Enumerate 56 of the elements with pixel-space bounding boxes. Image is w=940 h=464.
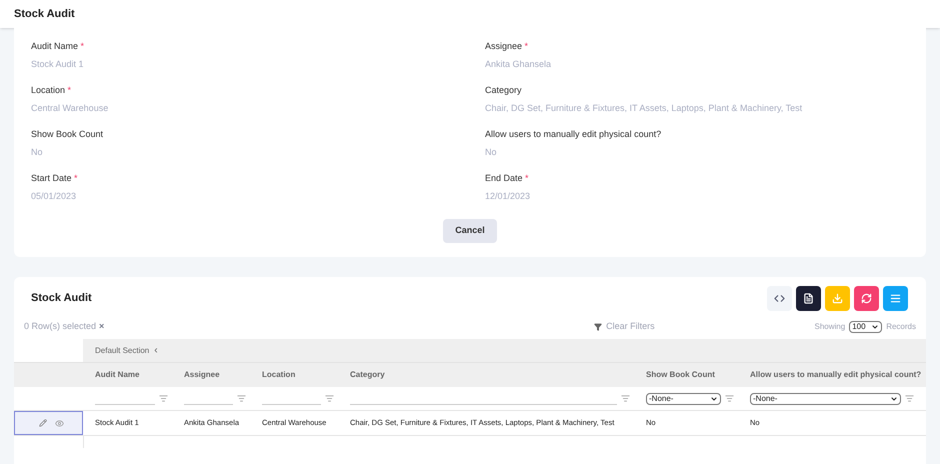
- clear-filters-button[interactable]: Clear Filters: [594, 320, 655, 334]
- field-label: End Date *: [485, 172, 530, 185]
- download-icon: [832, 293, 843, 304]
- column-header[interactable]: Assignee: [184, 369, 220, 381]
- code-button[interactable]: [767, 286, 792, 311]
- document-button[interactable]: [796, 286, 821, 311]
- selection-count: 0 Row(s) selected: [24, 320, 96, 334]
- filter-icon[interactable]: [325, 394, 334, 403]
- page-title: Stock Audit: [14, 6, 75, 22]
- filter-icon[interactable]: [159, 394, 168, 403]
- refresh-button[interactable]: [854, 286, 879, 311]
- column-header[interactable]: Location: [262, 369, 296, 381]
- field-value: Central Warehouse: [31, 102, 110, 115]
- edit-icon[interactable]: [39, 419, 47, 427]
- filter-select[interactable]: -None-: [646, 392, 721, 404]
- column-header[interactable]: Allow users to manually edit physical count?: [750, 369, 922, 381]
- column-header[interactable]: Audit Name: [95, 369, 140, 381]
- chevron-down-icon: [871, 323, 880, 331]
- records-label: Records: [886, 321, 916, 333]
- column-header[interactable]: Category: [350, 369, 385, 381]
- view-icon[interactable]: [55, 418, 64, 428]
- filter-icon[interactable]: [725, 394, 734, 403]
- section-collapse-button[interactable]: ‹: [154, 343, 158, 358]
- field-value: No: [485, 146, 498, 159]
- field-value: Stock Audit 1: [31, 58, 85, 71]
- field-label: Audit Name *: [31, 40, 86, 53]
- clear-selection-button[interactable]: ×: [99, 320, 104, 334]
- refresh-icon: [861, 293, 872, 304]
- columns-button[interactable]: [883, 286, 908, 311]
- cancel-button[interactable]: Cancel: [443, 219, 497, 243]
- field-value: No: [31, 146, 44, 159]
- field-label: Category: [485, 84, 523, 97]
- grid-title: Stock Audit: [31, 291, 92, 306]
- page-size-select[interactable]: 100: [849, 321, 882, 333]
- column-header[interactable]: Show Book Count: [646, 369, 715, 381]
- field-label: Assignee *: [485, 40, 530, 53]
- field-label: Location *: [31, 84, 72, 97]
- filter-icon[interactable]: [237, 394, 246, 403]
- field-label: Allow users to manually edit physical count?: [485, 128, 662, 141]
- field-label: Show Book Count: [31, 128, 104, 141]
- field-value: 05/01/2023: [31, 190, 78, 203]
- filter-icon: [594, 323, 602, 331]
- field-value: 12/01/2023: [485, 190, 532, 203]
- filter-select[interactable]: -None-: [750, 392, 901, 404]
- lines-icon: [890, 293, 901, 304]
- showing-label: Showing: [814, 321, 846, 333]
- section-title: Default Section: [95, 344, 150, 356]
- filter-icon[interactable]: [621, 394, 630, 403]
- chevron-down-icon: [710, 394, 718, 402]
- document-icon: [803, 293, 814, 304]
- filter-icon[interactable]: [905, 394, 914, 403]
- field-value: Ankita Ghansela: [485, 58, 552, 71]
- chevron-down-icon: [890, 394, 898, 402]
- field-label: Start Date *: [31, 172, 79, 185]
- code-icon: [774, 293, 785, 304]
- field-value: Chair, DG Set, Furniture & Fixtures, IT Assets, Laptops, Plant & Machinery, Test: [485, 102, 804, 115]
